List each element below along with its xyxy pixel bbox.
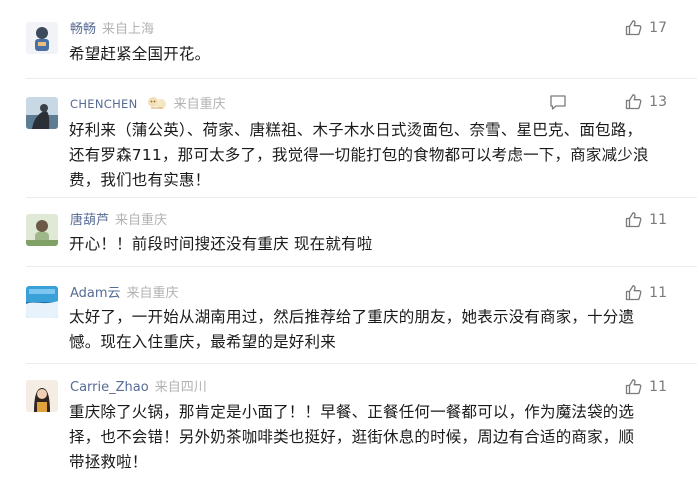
thumbs-up-icon — [626, 379, 642, 395]
like-count: 11 — [649, 378, 667, 395]
avatar[interactable] — [26, 97, 58, 129]
username[interactable]: 唐葫芦 — [70, 213, 109, 228]
thumbs-up-icon — [626, 94, 642, 110]
like-button[interactable]: 11 — [625, 284, 667, 301]
location: 来自重庆 — [126, 286, 179, 301]
comment-bubble-icon — [550, 95, 566, 110]
avatar[interactable] — [26, 286, 58, 318]
location: 来自四川 — [154, 380, 207, 395]
avatar[interactable] — [26, 380, 58, 412]
username[interactable]: 畅畅 — [70, 22, 96, 37]
comment-meta: CHENCHEN 来自重庆 — [70, 95, 226, 117]
divider — [26, 78, 697, 79]
like-button[interactable]: 13 — [625, 93, 667, 110]
like-count: 13 — [649, 93, 667, 110]
divider — [26, 197, 697, 198]
comment-text: 重庆除了火锅，那肯定是小面了！！早餐、正餐任何一餐都可以，作为魔法袋的选择，也不… — [69, 403, 635, 471]
username[interactable]: CHENCHEN — [70, 97, 138, 111]
thumbs-up-icon — [626, 285, 642, 301]
divider — [26, 266, 697, 267]
comment-text: 太好了，一开始从湖南用过，然后推荐给了重庆的朋友，她表示没有商家，十分遗憾。现在… — [69, 308, 635, 351]
comment-meta: 唐葫芦 来自重庆 — [70, 212, 167, 230]
username[interactable]: Adam云 — [70, 286, 121, 301]
like-button[interactable]: 11 — [625, 378, 667, 395]
like-button[interactable]: 11 — [625, 211, 667, 228]
like-count: 11 — [649, 284, 667, 301]
comment-text: 好利来（蒲公英）、荷家、唐糕祖、木子木水日式烫面包、奈雪、星巴克、面包路，还有罗… — [69, 121, 649, 189]
location: 来自上海 — [102, 22, 155, 37]
thumbs-up-icon — [626, 212, 642, 228]
location: 来自重庆 — [173, 97, 226, 112]
reply-button[interactable] — [549, 94, 567, 115]
comment-text: 希望赶紧全国开花。 — [69, 45, 211, 63]
like-count: 17 — [649, 19, 667, 36]
like-button[interactable]: 17 — [625, 19, 667, 36]
sticker-badge-icon — [146, 95, 168, 117]
comment-meta: 畅畅 来自上海 — [70, 21, 154, 39]
like-count: 11 — [649, 211, 667, 228]
avatar[interactable] — [26, 214, 58, 246]
comment-text: 开心！！前段时间搜还没有重庆 现在就有啦 — [69, 235, 373, 253]
comment-meta: Carrie_Zhao 来自四川 — [70, 379, 207, 397]
divider — [26, 363, 697, 364]
username[interactable]: Carrie_Zhao — [70, 380, 149, 395]
comment-meta: Adam云 来自重庆 — [70, 285, 179, 303]
location: 来自重庆 — [115, 213, 168, 228]
thumbs-up-icon — [626, 20, 642, 36]
avatar[interactable] — [26, 22, 58, 54]
